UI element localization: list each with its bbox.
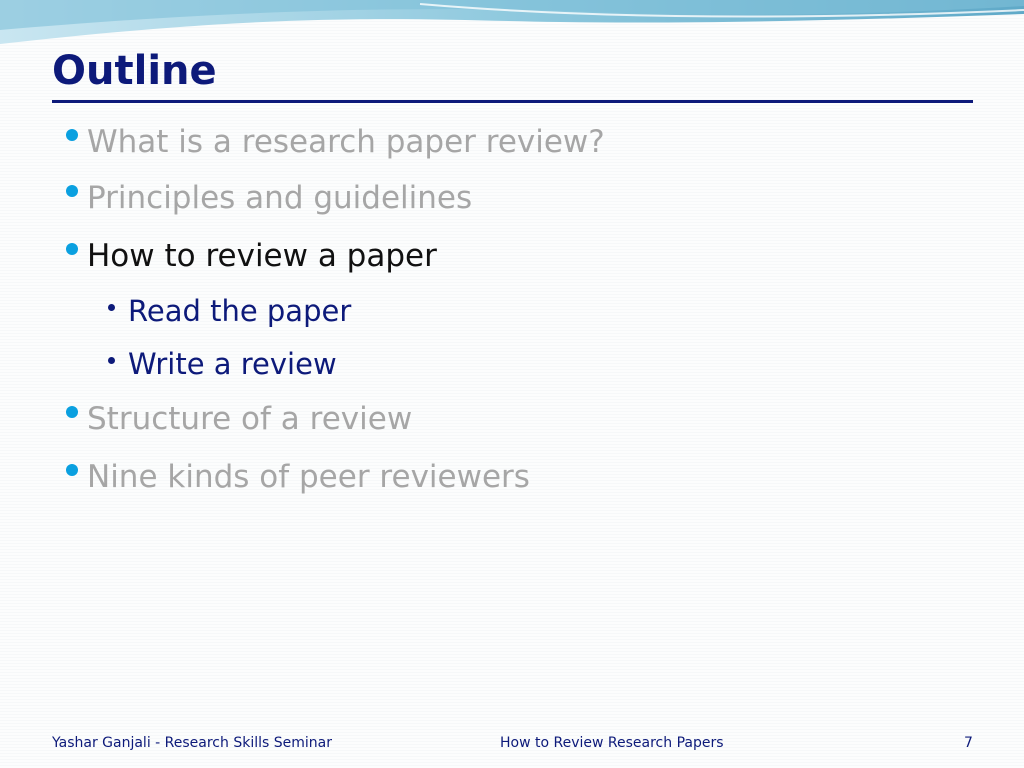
bullet-dot-icon [66, 243, 78, 255]
bullet-dot-icon [66, 185, 78, 197]
bullet-dot-icon [66, 406, 78, 418]
outline-subitem-text: Read the paper [128, 294, 352, 328]
outline-subitem: Read the paper [108, 294, 351, 328]
footer-deck-title: How to Review Research Papers [500, 735, 724, 751]
outline-item-text: Nine kinds of peer reviewers [87, 459, 530, 495]
outline-item-text: How to review a paper [87, 238, 437, 274]
footer-page-number: 7 [964, 735, 973, 751]
outline-item-text: Structure of a review [87, 401, 413, 437]
title-underline [52, 100, 973, 103]
outline-subitem-text: Write a review [128, 347, 337, 381]
footer-author: Yashar Ganjali - Research Skills Seminar [52, 735, 332, 751]
outline-item-text: What is a research paper review? [87, 124, 605, 160]
outline-item: Structure of a review [66, 401, 412, 437]
outline-item: What is a research paper review? [66, 124, 605, 160]
sub-bullet-dot-icon [108, 304, 115, 311]
slide: Outline What is a research paper review?… [0, 0, 1024, 768]
outline-item: Nine kinds of peer reviewers [66, 459, 530, 495]
slide-title: Outline [52, 48, 217, 94]
outline-subitem: Write a review [108, 347, 337, 381]
outline-item: Principles and guidelines [66, 180, 472, 216]
sub-bullet-dot-icon [108, 357, 115, 364]
bullet-dot-icon [66, 464, 78, 476]
bullet-dot-icon [66, 129, 78, 141]
outline-item-current: How to review a paper [66, 238, 437, 274]
outline-item-text: Principles and guidelines [87, 180, 473, 216]
